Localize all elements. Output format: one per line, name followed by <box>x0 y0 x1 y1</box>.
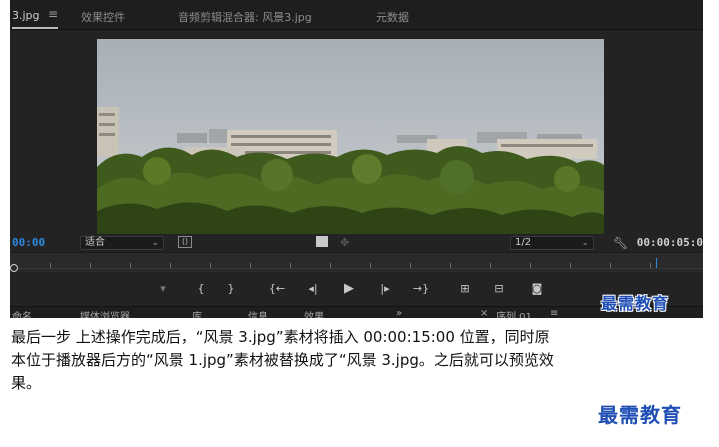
tab-media-browser[interactable]: 媒体浏览器 <box>80 308 130 318</box>
tab-effect-controls[interactable]: 效果控件 <box>81 9 125 25</box>
active-tab-indicator <box>12 27 58 29</box>
zoom-level-value: 适合 <box>85 237 105 248</box>
add-marker-button[interactable]: ▾ <box>154 282 172 296</box>
play-button[interactable]: ▶ <box>340 282 358 296</box>
ruler-tick <box>250 263 251 268</box>
playback-resolution-select[interactable]: 1/2 ⌄ <box>510 236 594 250</box>
tab-sequence-01[interactable]: 序列 01 <box>496 308 532 318</box>
step-back-button[interactable]: ◂| <box>304 282 322 296</box>
tab-info[interactable]: 信息 <box>248 308 268 318</box>
chevron-down-icon: ⌄ <box>151 238 159 248</box>
tab-source-clip[interactable]: 3.jpg <box>12 9 40 22</box>
ruler-tick <box>370 263 371 268</box>
more-tabs-icon[interactable]: » <box>396 308 402 318</box>
zoom-level-select[interactable]: 适合 ⌄ <box>80 236 164 250</box>
close-tab-icon[interactable]: × <box>480 308 488 318</box>
go-to-out-button[interactable]: →} <box>412 282 430 296</box>
ruler-tick <box>330 263 331 268</box>
export-frame-button[interactable]: ◙ <box>528 282 546 296</box>
caption-line: 最后一步 上述操作完成后，“风景 3.jpg”素材将插入 00:00:15:00… <box>11 328 550 346</box>
viewer-controls-bar: 00:00 适合 ⌄ ⟨⟩ ✥ 1/2 ⌄ 🔧︎ 00:00:05:0 <box>10 234 703 252</box>
landscape-image <box>97 39 604 234</box>
caption-line: 本位于播放器后方的“风景 1.jpg”素材被替换成了“风景 3.jpg。之后就可… <box>11 351 554 369</box>
tab-effects[interactable]: 效果 <box>304 308 324 318</box>
tab-libraries[interactable]: 库 <box>192 308 202 318</box>
chevron-down-icon: ⌄ <box>581 238 589 248</box>
ruler-tick <box>90 263 91 268</box>
insert-button[interactable]: ⊞ <box>456 282 474 296</box>
playhead-timecode[interactable]: 00:00 <box>12 236 45 249</box>
lower-panel-tab-bar: 命名 媒体浏览器 库 信息 效果 » × 序列 01 ≡ <box>10 306 703 318</box>
mark-in-button[interactable]: { <box>192 282 210 296</box>
tab-audio-clip-mixer[interactable]: 音频剪辑混合器: 风景3.jpg <box>178 9 312 25</box>
ruler-tick <box>490 263 491 268</box>
ruler-tick <box>210 263 211 268</box>
ruler-tick <box>650 263 651 268</box>
video-frame-landscape <box>97 39 604 234</box>
time-ruler[interactable] <box>10 252 703 272</box>
panel-tab-bar: 3.jpg ≡ 效果控件 音频剪辑混合器: 风景3.jpg 元数据 <box>10 0 703 30</box>
tab-metadata[interactable]: 元数据 <box>376 9 409 25</box>
tutorial-caption: 最后一步 上述操作完成后，“风景 3.jpg”素材将插入 00:00:15:00… <box>11 326 711 395</box>
mark-out-button[interactable]: } <box>222 282 240 296</box>
ruler-tick <box>570 263 571 268</box>
ruler-tick <box>170 263 171 268</box>
ruler-tick <box>50 263 51 268</box>
playback-resolution-value: 1/2 <box>515 237 532 248</box>
ruler-tick <box>530 263 531 268</box>
ruler-tick <box>410 263 411 268</box>
move-icon[interactable]: ✥ <box>340 236 349 249</box>
ruler-tick <box>130 263 131 268</box>
caption-line: 果。 <box>11 374 42 392</box>
step-forward-button[interactable]: |▸ <box>376 282 394 296</box>
wrench-icon[interactable]: 🔧︎ <box>613 236 628 250</box>
playhead-handle[interactable] <box>10 264 18 272</box>
ruler-baseline <box>10 268 703 269</box>
safe-margins-icon[interactable] <box>316 236 328 247</box>
premiere-program-monitor: 3.jpg ≡ 效果控件 音频剪辑混合器: 风景3.jpg 元数据 00:00 … <box>10 0 703 318</box>
program-viewer <box>10 30 703 234</box>
watermark-logo: 最需教育 <box>601 294 670 313</box>
panel-menu-icon[interactable]: ≡ <box>48 7 58 21</box>
ruler-tick <box>610 263 611 268</box>
duration-timecode: 00:00:05:0 <box>636 236 703 249</box>
overwrite-button[interactable]: ⊟ <box>490 282 508 296</box>
panel-menu-icon[interactable]: ≡ <box>550 308 558 318</box>
tab-naming[interactable]: 命名 <box>12 308 32 318</box>
watermark-logo: 最需教育 <box>598 403 682 427</box>
ruler-tick <box>450 263 451 268</box>
go-to-in-button[interactable]: {← <box>268 282 286 296</box>
out-point-marker <box>656 258 657 268</box>
ruler-tick <box>290 263 291 268</box>
transport-controls: ▾ { } {← ◂| ▶ |▸ →} ⊞ ⊟ ◙ <box>10 272 703 306</box>
fit-frame-icon[interactable]: ⟨⟩ <box>178 236 192 248</box>
